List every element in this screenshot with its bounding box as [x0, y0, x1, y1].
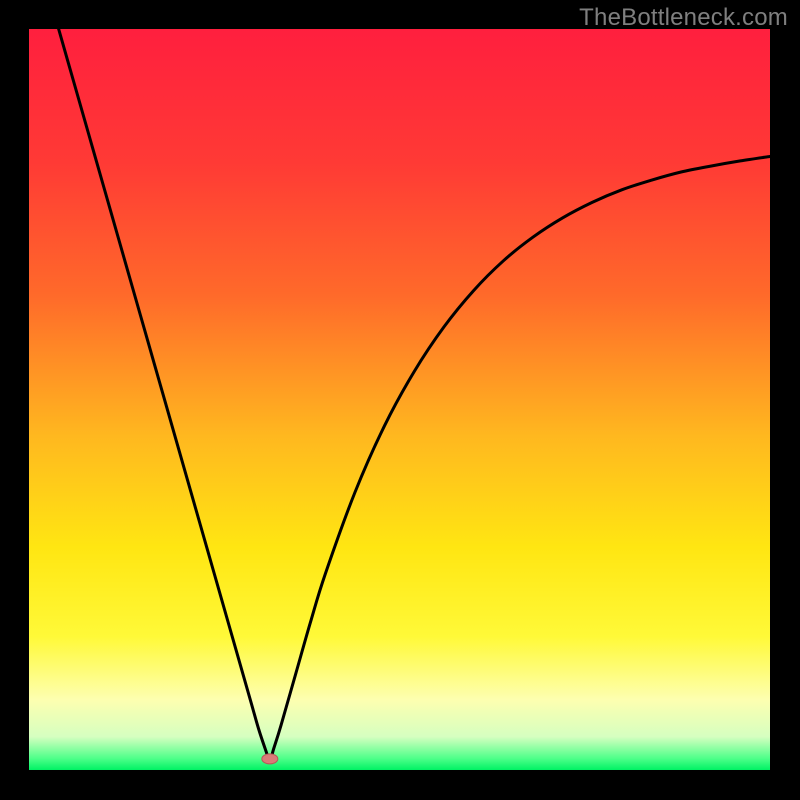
- bottleneck-minimum-marker: [262, 754, 278, 764]
- watermark-text: TheBottleneck.com: [579, 4, 788, 32]
- chart-frame: TheBottleneck.com: [0, 0, 800, 800]
- bottleneck-chart: [29, 29, 770, 770]
